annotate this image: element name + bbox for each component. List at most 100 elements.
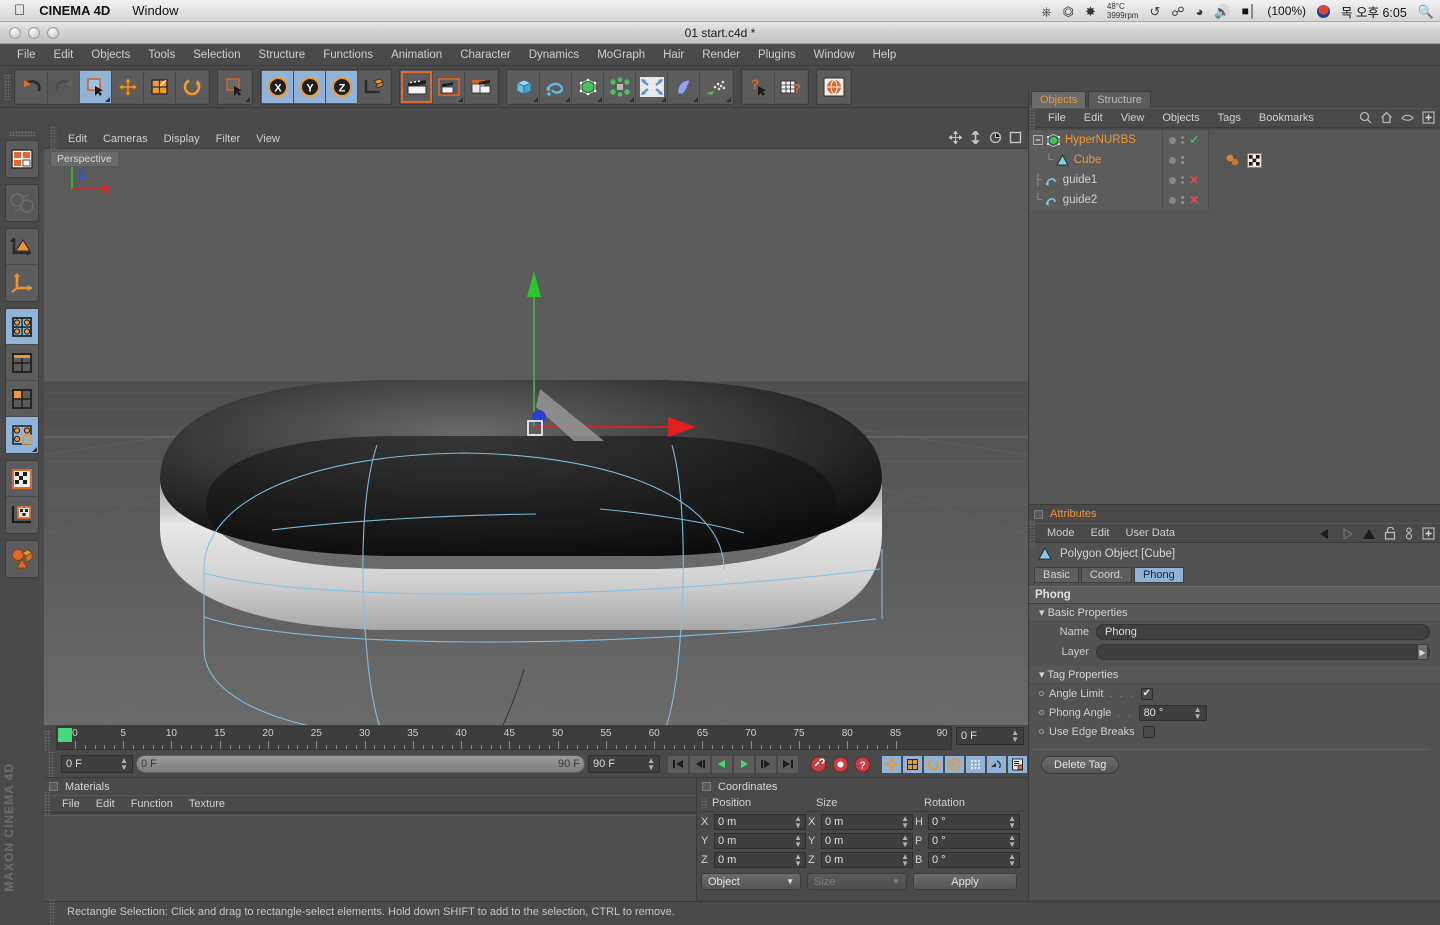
attr-menu-user-data[interactable]: User Data (1118, 527, 1184, 539)
layer-dropdown-arrow[interactable]: ▶ (1417, 644, 1428, 660)
object-visibility-dots[interactable]: ✕ (1163, 190, 1209, 210)
tab-objects[interactable]: Objects (1031, 91, 1087, 108)
pin-icon[interactable] (1404, 527, 1414, 540)
z-axis-lock-button[interactable]: Z (326, 70, 358, 103)
object-name[interactable]: guide1 (1063, 174, 1098, 186)
render-visibility-dots[interactable] (1181, 176, 1184, 184)
add-explosion-deformer-button[interactable] (636, 70, 668, 103)
korean-flag-icon[interactable] (1317, 4, 1331, 18)
eject-icon[interactable]: ⏣ (1063, 5, 1074, 18)
object-visibility-dots[interactable] (1163, 150, 1209, 170)
menu-dynamics[interactable]: Dynamics (520, 49, 588, 61)
key-rotation-button[interactable] (923, 754, 944, 774)
angle-limit-checkbox[interactable]: ✔ (1140, 687, 1153, 700)
editor-visibility-dot[interactable] (1169, 136, 1176, 144)
current-frame-field[interactable]: 0 F ▲ ▼ (956, 727, 1024, 745)
timeline-ruler[interactable]: 0 5 10 15 20 25 30 35 40 45 50 55 60 65 … (56, 726, 952, 750)
add-bend-deformer-button[interactable] (668, 70, 700, 103)
object-mode-dropdown[interactable]: Object ▼ (701, 873, 801, 890)
uv-point-mode-button[interactable] (6, 417, 38, 453)
enable-check-icon[interactable]: ✓ (1189, 133, 1200, 146)
om-menu-tags[interactable]: Tags (1209, 112, 1250, 124)
battery-icon[interactable]: ■│ (1242, 4, 1257, 18)
viewport-menu-view[interactable]: View (248, 133, 288, 145)
live-selection-button[interactable] (80, 70, 112, 103)
om-menu-view[interactable]: View (1112, 112, 1154, 124)
object-tree-cell[interactable]: ├ guide1 (1029, 170, 1163, 190)
tool-options-corner[interactable] (533, 96, 538, 102)
menu-file[interactable]: File (8, 49, 45, 61)
om-menu-edit[interactable]: Edit (1075, 112, 1112, 124)
delete-tag-button[interactable]: Delete Tag (1041, 756, 1120, 774)
rotation-p-input[interactable]: 0 ° ▲ ▼ (928, 832, 1020, 849)
object-tree-cell[interactable]: └ guide2 (1029, 190, 1163, 210)
render-settings-button[interactable] (465, 70, 497, 103)
viewport-menu-edit[interactable]: Edit (60, 133, 95, 145)
status-bar-grip[interactable] (49, 899, 56, 925)
stepper-arrows-icon[interactable]: ▲ ▼ (1008, 833, 1016, 848)
chevron-down-icon[interactable]: ▼ (786, 877, 794, 886)
object-visibility-dots[interactable]: ✓ (1163, 130, 1209, 150)
material-tag-icon[interactable] (1225, 153, 1243, 167)
clock-history-icon[interactable]: ↺ (1149, 5, 1160, 18)
tool-options-corner[interactable] (597, 96, 602, 102)
apply-button[interactable]: Apply (913, 873, 1017, 890)
attributes-grip[interactable] (1029, 520, 1036, 546)
layer-input[interactable] (1096, 644, 1430, 660)
render-view-button[interactable] (401, 70, 433, 103)
dropbox-icon[interactable]: ✸ (1085, 5, 1096, 18)
editor-visibility-dot[interactable] (1169, 156, 1176, 164)
table-row[interactable]: HyperNURBS ✓ (1029, 130, 1440, 150)
world-axis-button[interactable] (6, 185, 38, 221)
disclosure-triangle-icon[interactable]: ▾ (1039, 669, 1045, 681)
tool-options-corner[interactable] (245, 96, 250, 102)
tag-properties-group[interactable]: ▾ Tag Properties (1029, 666, 1440, 684)
back-arrow-icon[interactable] (1318, 528, 1332, 540)
materials-list[interactable] (44, 815, 696, 901)
stepper-arrows-icon[interactable]: ▲ ▼ (1194, 705, 1202, 720)
record-key-button[interactable] (808, 755, 828, 774)
render-visibility-dots[interactable] (1181, 136, 1184, 144)
play-back-button[interactable] (711, 754, 733, 774)
menu-edit[interactable]: Edit (45, 49, 83, 61)
disable-cross-icon[interactable]: ✕ (1189, 194, 1199, 206)
stepper-arrows-icon[interactable]: ▲ ▼ (794, 833, 802, 848)
step-forward-button[interactable] (755, 754, 777, 774)
go-to-end-button[interactable] (777, 754, 799, 774)
tool-options-corner[interactable] (458, 96, 463, 102)
move-tool-button[interactable] (112, 70, 144, 103)
toolbar-grip[interactable] (4, 73, 11, 100)
texture-mode-button[interactable] (6, 461, 38, 497)
spotlight-search-icon[interactable]: 🔍 (1418, 5, 1434, 18)
forward-arrow-icon[interactable] (1340, 527, 1354, 540)
tool-options-corner[interactable] (661, 96, 666, 102)
name-input[interactable]: Phong (1096, 624, 1430, 640)
texture-axis-mode-button[interactable] (6, 497, 38, 533)
tool-options-corner[interactable] (693, 96, 698, 102)
position-y-input[interactable]: 0 m ▲ ▼ (714, 832, 806, 849)
mat-menu-texture[interactable]: Texture (181, 798, 233, 810)
stepper-arrows-icon[interactable]: ▲ ▼ (1011, 729, 1019, 744)
mat-menu-edit[interactable]: Edit (88, 798, 123, 810)
position-z-input[interactable]: 0 m ▲ ▼ (714, 851, 806, 868)
tool-options-corner[interactable] (32, 447, 37, 452)
edge-mode-button[interactable] (6, 345, 38, 381)
viewport-menu-filter[interactable]: Filter (208, 133, 248, 145)
viewport-canvas[interactable]: Z (44, 149, 1028, 725)
attr-menu-edit[interactable]: Edit (1083, 527, 1118, 539)
stepper-arrows-icon[interactable]: ▲ ▼ (901, 814, 909, 829)
key-param-button[interactable]: P (944, 754, 965, 774)
stepper-arrows-icon[interactable]: ▲ ▼ (1008, 852, 1016, 867)
render-visibility-dots[interactable] (1181, 156, 1184, 164)
lock-icon[interactable] (1384, 527, 1396, 540)
stepper-arrows-icon[interactable]: ▲ ▼ (901, 852, 909, 867)
menu-help[interactable]: Help (864, 49, 906, 61)
rotation-h-input[interactable]: 0 ° ▲ ▼ (928, 813, 1020, 830)
expander-minus-icon[interactable] (1033, 135, 1043, 145)
object-tags-cell[interactable] (1209, 130, 1440, 150)
menu-functions[interactable]: Functions (314, 49, 382, 61)
scale-tool-button[interactable] (144, 70, 176, 103)
menu-hair[interactable]: Hair (654, 49, 693, 61)
end-frame-field[interactable]: 90 F ▲ ▼ (588, 755, 660, 773)
object-axis-mode-button[interactable] (6, 265, 38, 301)
